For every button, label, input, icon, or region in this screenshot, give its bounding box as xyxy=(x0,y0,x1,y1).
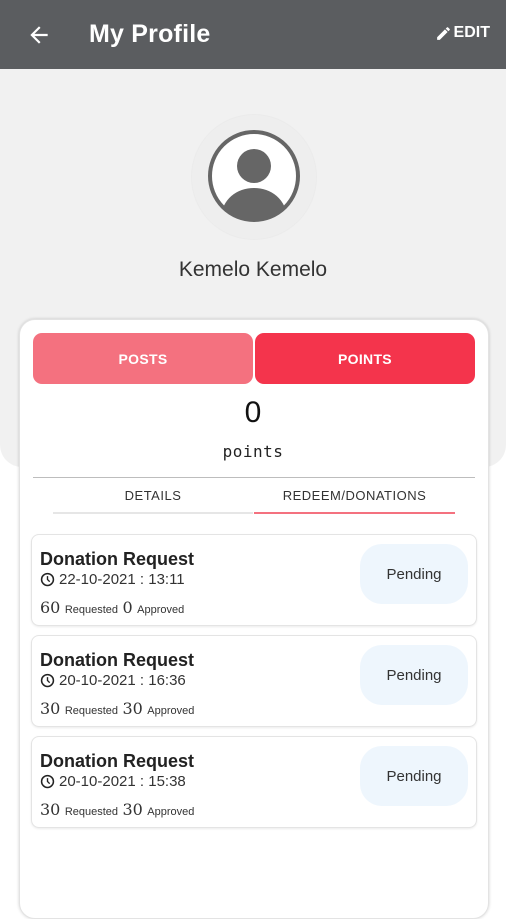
user-avatar-icon[interactable] xyxy=(206,128,302,224)
request-counts: 30 Requested 30 Approved xyxy=(40,800,194,820)
request-counts: 60 Requested 0 Approved xyxy=(40,598,184,618)
points-label: points xyxy=(222,442,284,461)
edit-button[interactable]: EDIT xyxy=(435,24,490,42)
pencil-icon xyxy=(436,26,450,40)
points-segment-button[interactable]: POINTS xyxy=(255,333,475,384)
edit-label: EDIT xyxy=(453,24,490,41)
request-datetime: 20-10-2021 : 16:36 xyxy=(40,672,186,689)
profile-name: Kemelo Kemelo xyxy=(178,258,328,281)
clock-icon xyxy=(40,572,55,587)
clock-icon xyxy=(40,774,55,789)
clock-icon xyxy=(40,673,55,688)
points-value: 0 xyxy=(244,396,262,429)
requested-label: Requested xyxy=(64,604,119,616)
approved-label: Approved xyxy=(147,806,195,818)
request-datetime-text: 22-10-2021 : 13:11 xyxy=(59,571,185,588)
approved-count: 30 xyxy=(122,800,143,819)
requested-label: Requested xyxy=(64,705,119,717)
status-badge: Pending xyxy=(360,544,468,604)
status-badge: Pending xyxy=(360,746,468,806)
posts-segment-button[interactable]: POSTS xyxy=(33,333,253,384)
donation-request-item[interactable]: Donation Request 20-10-2021 : 16:36 30 R… xyxy=(31,635,477,727)
app-bar: My Profile EDIT xyxy=(0,0,506,69)
page-title: My Profile xyxy=(89,20,211,48)
requested-label: Requested xyxy=(64,806,119,818)
approved-label: Approved xyxy=(147,705,195,717)
donation-request-item[interactable]: Donation Request 22-10-2021 : 13:11 60 R… xyxy=(31,534,477,626)
requested-count: 30 xyxy=(40,800,61,819)
request-title: Donation Request xyxy=(40,751,195,771)
status-badge: Pending xyxy=(360,645,468,705)
request-datetime-text: 20-10-2021 : 16:36 xyxy=(59,672,186,689)
request-title: Donation Request xyxy=(40,549,195,569)
back-arrow-icon[interactable] xyxy=(26,22,52,48)
tab-details[interactable]: DETAILS xyxy=(53,488,253,503)
request-datetime-text: 20-10-2021 : 15:38 xyxy=(59,773,186,790)
tab-details-underline xyxy=(53,512,253,514)
request-title: Donation Request xyxy=(40,650,195,670)
requested-count: 60 xyxy=(40,598,61,617)
approved-count: 30 xyxy=(122,699,143,718)
requested-count: 30 xyxy=(40,699,61,718)
request-datetime: 20-10-2021 : 15:38 xyxy=(40,773,186,790)
request-counts: 30 Requested 30 Approved xyxy=(40,699,194,719)
divider xyxy=(33,477,475,478)
approved-count: 0 xyxy=(122,598,133,617)
tab-redeem-donations[interactable]: REDEEM/DONATIONS xyxy=(254,488,455,503)
donation-request-item[interactable]: Donation Request 20-10-2021 : 15:38 30 R… xyxy=(31,736,477,828)
approved-label: Approved xyxy=(137,604,185,616)
request-datetime: 22-10-2021 : 13:11 xyxy=(40,571,185,588)
tab-redeem-underline xyxy=(254,512,455,514)
